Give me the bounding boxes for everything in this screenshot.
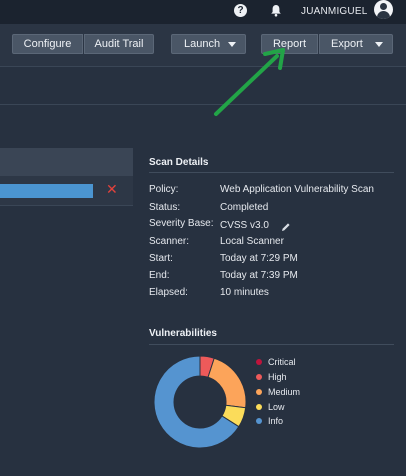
legend-label: Info — [268, 416, 284, 426]
report-button[interactable]: Report — [261, 34, 318, 54]
pencil-icon[interactable] — [281, 219, 291, 237]
legend-label: High — [268, 372, 287, 382]
close-icon[interactable]: ✕ — [106, 181, 118, 198]
vulnerabilities-title: Vulnerabilities — [149, 328, 217, 339]
policy-label: Policy: — [149, 184, 179, 195]
launch-button[interactable]: Launch — [171, 34, 246, 54]
policy-value: Web Application Vulnerability Scan — [220, 184, 374, 195]
configure-button[interactable]: Configure — [12, 34, 83, 54]
legend-label: Medium — [268, 387, 301, 397]
launch-button-label: Launch — [184, 38, 221, 50]
chevron-down-icon — [228, 42, 236, 47]
legend-low[interactable]: Low — [256, 402, 285, 412]
avatar-body — [377, 11, 390, 19]
scan-toolbar: Configure Audit Trail Launch Report Expo… — [0, 24, 406, 67]
bell-icon[interactable] — [270, 4, 282, 22]
severity-base-value: CVSS v3.0 — [220, 220, 269, 231]
chevron-down-icon — [375, 42, 383, 47]
legend-medium[interactable]: Medium — [256, 387, 301, 397]
avatar-head — [380, 3, 387, 10]
elapsed-label: Elapsed: — [149, 287, 188, 298]
legend-info[interactable]: Info — [256, 416, 284, 426]
legend-dot-medium — [256, 389, 262, 395]
avatar[interactable] — [374, 0, 393, 19]
scan-progress-bar — [0, 184, 93, 198]
start-value: Today at 7:29 PM — [220, 253, 298, 264]
status-value: Completed — [220, 202, 269, 213]
vulnerabilities-divider — [149, 344, 394, 345]
legend-dot-high — [256, 374, 262, 380]
legend-high[interactable]: High — [256, 372, 287, 382]
top-navigation-bar: ? JUANMIGUEL — [0, 0, 406, 24]
username-label[interactable]: JUANMIGUEL — [301, 6, 367, 17]
elapsed-value: 10 minutes — [220, 287, 269, 298]
legend-label: Low — [268, 402, 285, 412]
status-label: Status: — [149, 202, 181, 213]
legend-dot-info — [256, 418, 262, 424]
help-icon[interactable]: ? — [234, 4, 247, 17]
legend-critical[interactable]: Critical — [256, 357, 296, 367]
legend-dot-low — [256, 404, 262, 410]
scanner-label: Scanner: — [149, 236, 190, 247]
scan-details-divider — [149, 172, 394, 173]
scan-progress-fill — [0, 184, 93, 198]
export-button-label: Export — [331, 38, 363, 50]
audit-trail-button[interactable]: Audit Trail — [84, 34, 154, 54]
scan-details-title: Scan Details — [149, 157, 209, 168]
start-label: Start: — [149, 253, 173, 264]
severity-base-label: Severity Base: — [149, 218, 214, 229]
end-label: End: — [149, 270, 170, 281]
divider — [0, 104, 406, 105]
legend-label: Critical — [268, 357, 296, 367]
scanner-value: Local Scanner — [220, 236, 284, 247]
scan-progress-row: ✕ — [0, 176, 133, 206]
vulnerabilities-donut-chart[interactable] — [153, 355, 247, 449]
export-button[interactable]: Export — [319, 34, 393, 54]
legend-dot-critical — [256, 359, 262, 365]
hosts-table-header — [0, 148, 133, 176]
end-value: Today at 7:39 PM — [220, 270, 298, 281]
donut-slice-medium[interactable] — [207, 357, 247, 409]
